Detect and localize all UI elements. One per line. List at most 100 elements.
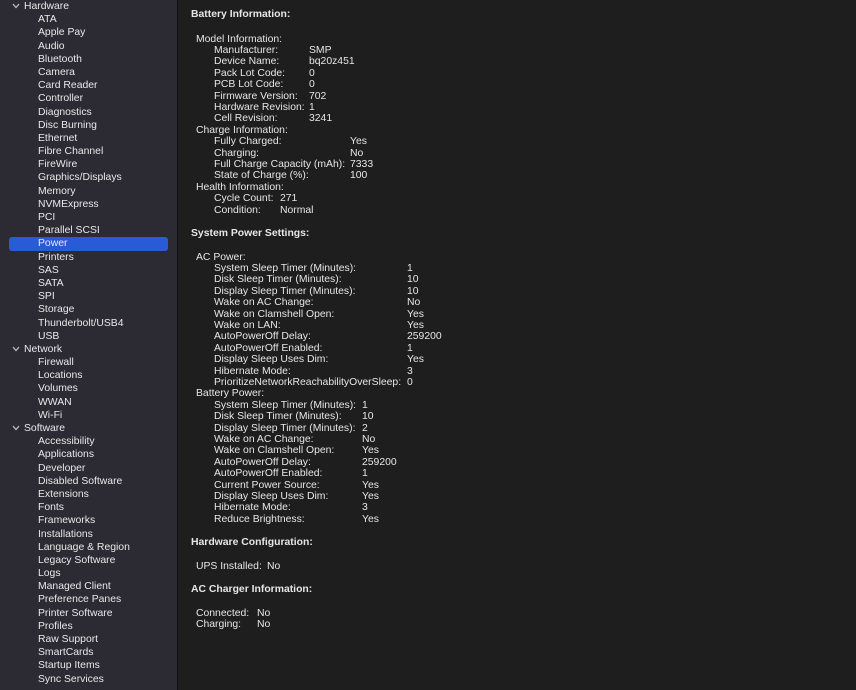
property-value: No xyxy=(257,608,271,619)
sidebar-item-legacy-software[interactable]: Legacy Software xyxy=(0,554,177,567)
property-label: PCB Lot Code: xyxy=(214,79,284,91)
section-heading: System Power Settings: xyxy=(191,228,310,239)
sidebar-group-network[interactable]: Network xyxy=(0,343,177,356)
property-value: 3241 xyxy=(309,113,333,125)
sidebar-item-pci[interactable]: PCI xyxy=(0,211,177,224)
property-value: 1 xyxy=(309,101,315,113)
sidebar-item-apple-pay[interactable]: Apple Pay xyxy=(0,26,177,39)
sidebar-item-usb[interactable]: USB xyxy=(0,330,177,343)
sidebar-item-disabled-software[interactable]: Disabled Software xyxy=(0,475,177,488)
sidebar-item-card-reader[interactable]: Card Reader xyxy=(0,79,177,92)
sidebar-item-frameworks[interactable]: Frameworks xyxy=(0,514,177,527)
sidebar-item-ata[interactable]: ATA xyxy=(0,13,177,26)
sidebar-item-thunderbolt-usb4[interactable]: Thunderbolt/USB4 xyxy=(0,317,177,330)
sidebar-item-installations[interactable]: Installations xyxy=(0,528,177,541)
sidebar-item-label: Managed Client xyxy=(38,581,111,593)
property-label: Device Name: xyxy=(214,56,280,68)
sidebar-item-diagnostics[interactable]: Diagnostics xyxy=(0,106,177,119)
property-value: Yes xyxy=(362,479,379,491)
sidebar-item-ethernet[interactable]: Ethernet xyxy=(0,132,177,145)
property-value: Yes xyxy=(407,354,424,366)
sidebar-item-power[interactable]: Power xyxy=(0,237,177,251)
sidebar-item-extensions[interactable]: Extensions xyxy=(0,488,177,501)
sidebar-item-label: FireWire xyxy=(38,159,78,171)
group-title: Charge Information: xyxy=(196,124,288,136)
chevron-down-icon[interactable] xyxy=(12,422,22,435)
sidebar-item-bluetooth[interactable]: Bluetooth xyxy=(0,53,177,66)
detail-pane: Battery Information: Model Information: Ma… xyxy=(178,0,856,690)
sidebar-item-memory[interactable]: Memory xyxy=(0,185,177,198)
sidebar-item-wwan[interactable]: WWAN xyxy=(0,396,177,409)
sidebar-item-accessibility[interactable]: Accessibility xyxy=(0,435,177,448)
sidebar-item-firewire[interactable]: FireWire xyxy=(0,158,177,171)
sidebar-item-label: Power xyxy=(38,238,68,250)
sidebar-item-applications[interactable]: Applications xyxy=(0,448,177,461)
property-value: 1 xyxy=(407,262,413,274)
sidebar-item-managed-client[interactable]: Managed Client xyxy=(0,580,177,593)
chevron-down-icon[interactable] xyxy=(12,0,22,13)
sidebar-group-software[interactable]: Software xyxy=(0,422,177,435)
property-value: No xyxy=(267,561,281,572)
sidebar-item-logs[interactable]: Logs xyxy=(0,567,177,580)
property-value: 1 xyxy=(362,468,368,480)
property-label: Display Sleep Uses Dim: xyxy=(214,354,329,366)
sidebar-group-label: Software xyxy=(24,423,66,434)
sidebar-item-printer-software[interactable]: Printer Software xyxy=(0,607,177,620)
property-value: No xyxy=(350,147,364,159)
group-title: Battery Power: xyxy=(196,388,265,400)
sidebar-item-sata[interactable]: SATA xyxy=(0,277,177,290)
chevron-down-icon[interactable] xyxy=(12,343,22,356)
sidebar-item-label: Applications xyxy=(38,449,95,461)
group-title: Model Information: xyxy=(196,33,283,45)
sidebar-item-firewall[interactable]: Firewall xyxy=(0,356,177,369)
sidebar-group-label: Hardware xyxy=(24,1,70,12)
sidebar-item-label: Audio xyxy=(38,40,65,52)
sidebar-item-spi[interactable]: SPI xyxy=(0,290,177,303)
property-label: AutoPowerOff Delay: xyxy=(214,456,311,468)
sidebar-item-label: Diagnostics xyxy=(38,106,92,118)
section-heading: Hardware Configuration: xyxy=(191,537,313,548)
sidebar-group-label: Network xyxy=(24,343,63,355)
sidebar-item-label: Accessibility xyxy=(38,436,95,448)
sidebar[interactable]: Hardware ATA Apple Pay Audio Bluetooth Camera… xyxy=(0,0,178,690)
sidebar-group-hardware[interactable]: Hardware xyxy=(0,0,177,13)
sidebar-item-raw-support[interactable]: Raw Support xyxy=(0,633,177,646)
sidebar-item-label: Fonts xyxy=(38,502,64,514)
sidebar-item-parallel-scsi[interactable]: Parallel SCSI xyxy=(0,224,177,237)
sidebar-item-controller[interactable]: Controller xyxy=(0,92,177,105)
property-label: Hibernate Mode: xyxy=(214,365,291,377)
sidebar-item-label: Sync Services xyxy=(38,673,104,685)
property-value: Yes xyxy=(407,308,424,320)
sidebar-item-printers[interactable]: Printers xyxy=(0,251,177,264)
sidebar-item-audio[interactable]: Audio xyxy=(0,40,177,53)
property-value: 10 xyxy=(407,274,419,286)
sidebar-item-developer[interactable]: Developer xyxy=(0,462,177,475)
property-label: Disk Sleep Timer (Minutes): xyxy=(214,274,342,286)
sidebar-item-startup-items[interactable]: Startup Items xyxy=(0,659,177,672)
sidebar-item-graphics-displays[interactable]: Graphics/Displays xyxy=(0,171,177,184)
sidebar-item-label: Printer Software xyxy=(38,607,113,619)
sidebar-item-label: Printers xyxy=(38,251,74,263)
sidebar-item-camera[interactable]: Camera xyxy=(0,66,177,79)
sidebar-item-label: Developer xyxy=(38,462,86,474)
sidebar-item-label: SATA xyxy=(38,277,64,289)
sidebar-item-profiles[interactable]: Profiles xyxy=(0,620,177,633)
sidebar-item-language-and-region[interactable]: Language & Region xyxy=(0,541,177,554)
sidebar-item-label: Logs xyxy=(38,568,61,580)
property-label: Cell Revision: xyxy=(214,113,278,125)
sidebar-item-fonts[interactable]: Fonts xyxy=(0,501,177,514)
sidebar-item-smartcards[interactable]: SmartCards xyxy=(0,646,177,659)
sidebar-item-label: NVMExpress xyxy=(38,198,99,210)
sidebar-item-disc-burning[interactable]: Disc Burning xyxy=(0,119,177,132)
property-label: Condition: xyxy=(214,204,261,216)
property-value: 702 xyxy=(309,90,327,102)
sidebar-item-preference-panes[interactable]: Preference Panes xyxy=(0,593,177,606)
sidebar-item-storage[interactable]: Storage xyxy=(0,303,177,316)
sidebar-item-sas[interactable]: SAS xyxy=(0,264,177,277)
sidebar-item-wi-fi[interactable]: Wi-Fi xyxy=(0,409,177,422)
sidebar-item-fibre-channel[interactable]: Fibre Channel xyxy=(0,145,177,158)
sidebar-item-sync-services[interactable]: Sync Services xyxy=(0,673,177,686)
sidebar-item-nvmexpress[interactable]: NVMExpress xyxy=(0,198,177,211)
sidebar-item-locations[interactable]: Locations xyxy=(0,369,177,382)
sidebar-item-volumes[interactable]: Volumes xyxy=(0,382,177,395)
